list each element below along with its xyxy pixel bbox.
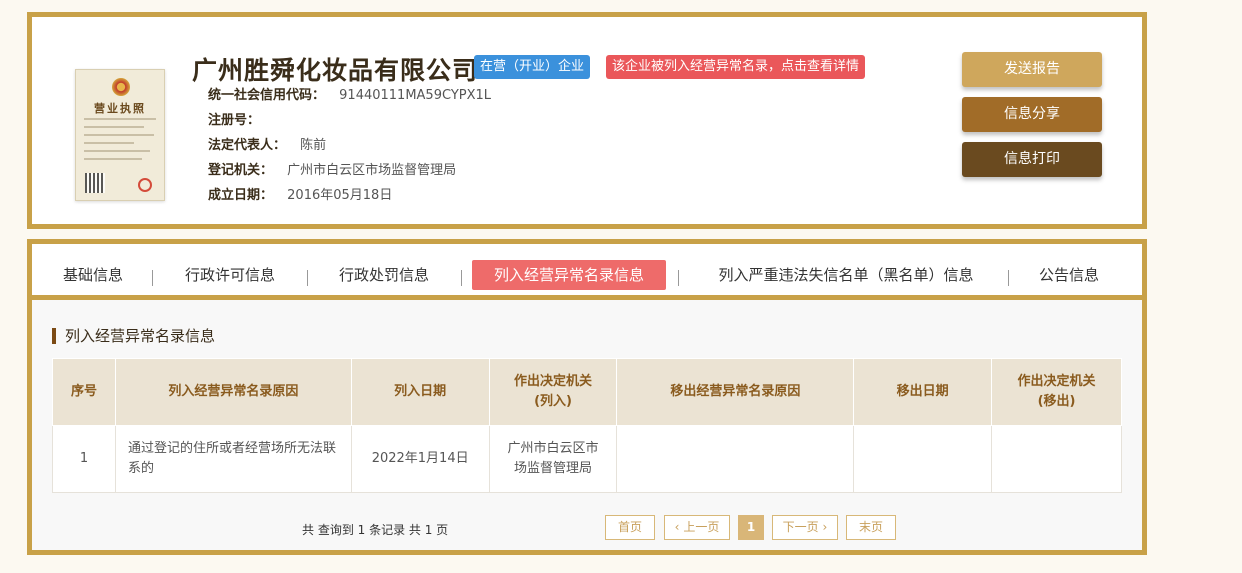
license-text-line	[84, 126, 144, 128]
tab-bar: 基础信息 行政许可信息 行政处罚信息 列入经营异常名录信息 列入严重违法失信名单…	[32, 244, 1142, 300]
status-badge: 在营（开业）企业	[474, 55, 591, 79]
cell-listing-reason: 通过登记的住所或者经营场所无法联系的	[114, 425, 352, 493]
business-license-image[interactable]: 营业执照	[75, 69, 165, 201]
tab-separator	[307, 270, 308, 286]
tab-administrative-penalty[interactable]: 行政处罚信息	[334, 260, 434, 290]
next-page-button[interactable]: 下一页 ›	[772, 515, 838, 540]
tab-announcements[interactable]: 公告信息	[1034, 260, 1104, 290]
cell-removal-date	[853, 425, 993, 493]
qr-code-icon	[85, 173, 105, 193]
abnormal-list-warning-badge[interactable]: 该企业被列入经营异常名录，点击查看详情	[606, 55, 866, 79]
column-header-listing-authority: 作出决定机关 (列入)	[488, 358, 618, 426]
column-header-index: 序号	[52, 358, 116, 426]
registration-authority-value: 广州市白云区市场监督管理局	[287, 163, 457, 178]
company-name: 广州胜舜化妆品有限公司	[192, 56, 479, 85]
column-header-removal-authority: 作出决定机关 (移出)	[991, 358, 1122, 426]
abnormal-list-table: 序号 列入经营异常名录原因 列入日期 作出决定机关 (列入) 移出经营异常名录原…	[52, 358, 1122, 493]
establishment-date-row: 成立日期： 2016年05月18日	[208, 186, 392, 206]
tab-separator	[1008, 270, 1009, 286]
establishment-date-value: 2016年05月18日	[287, 188, 393, 203]
registration-authority-row: 登记机关： 广州市白云区市场监督管理局	[208, 161, 456, 181]
first-page-button[interactable]: 首页	[605, 515, 655, 540]
cell-listing-date: 2022年1月14日	[350, 425, 490, 493]
credit-code-row: 统一社会信用代码： 91440111MA59CYPX1L	[208, 86, 491, 106]
chevron-left-icon: ‹	[674, 520, 680, 534]
license-text-line	[84, 142, 134, 144]
column-header-removal-date: 移出日期	[853, 358, 993, 426]
cell-removal-reason	[616, 425, 855, 493]
cell-index: 1	[52, 425, 116, 493]
cell-listing-authority: 广州市白云区市场监督管理局	[488, 425, 618, 493]
national-emblem-icon	[112, 78, 130, 96]
last-page-button[interactable]: 末页	[846, 515, 896, 540]
tab-separator	[678, 270, 679, 286]
pagination-summary: 共 查询到 1 条记录 共 1 页	[302, 523, 449, 537]
establishment-date-label: 成立日期：	[208, 188, 274, 203]
tab-separator	[461, 270, 462, 286]
column-header-listing-reason: 列入经营异常名录原因	[114, 358, 352, 426]
detail-card: 基础信息 行政许可信息 行政处罚信息 列入经营异常名录信息 列入严重违法失信名单…	[27, 239, 1147, 555]
prev-page-button[interactable]: ‹ 上一页	[664, 515, 730, 540]
column-header-removal-reason: 移出经营异常名录原因	[616, 358, 855, 426]
credit-code-value: 91440111MA59CYPX1L	[339, 88, 492, 103]
legal-representative-row: 法定代表人： 陈前	[208, 136, 326, 156]
tab-administrative-license[interactable]: 行政许可信息	[180, 260, 280, 290]
chevron-right-icon: ›	[822, 520, 828, 534]
tab-abnormal-operation-list[interactable]: 列入经营异常名录信息	[472, 260, 666, 290]
license-text-line	[84, 118, 156, 120]
table-header-row: 序号 列入经营异常名录原因 列入日期 作出决定机关 (列入) 移出经营异常名录原…	[52, 358, 1122, 426]
cell-removal-authority	[991, 425, 1122, 493]
share-info-button[interactable]: 信息分享	[962, 97, 1102, 132]
tab-serious-violation-blacklist[interactable]: 列入严重违法失信名单（黑名单）信息	[706, 260, 986, 290]
current-page-button[interactable]: 1	[738, 515, 764, 540]
table-row: 1 通过登记的住所或者经营场所无法联系的 2022年1月14日 广州市白云区市场…	[52, 425, 1122, 493]
registration-authority-label: 登记机关：	[208, 163, 274, 178]
official-seal-icon	[138, 178, 152, 192]
license-text-line	[84, 158, 142, 160]
credit-code-label: 统一社会信用代码：	[208, 88, 326, 103]
registration-number-row: 注册号：	[208, 111, 270, 131]
prev-page-label: 上一页	[683, 520, 720, 534]
section-title: 列入经营异常名录信息	[52, 328, 215, 344]
column-header-listing-date: 列入日期	[350, 358, 490, 426]
license-text-line	[84, 150, 150, 152]
send-report-button[interactable]: 发送报告	[962, 52, 1102, 87]
license-text-line	[84, 134, 154, 136]
tab-separator	[152, 270, 153, 286]
next-page-label: 下一页	[782, 520, 819, 534]
license-title: 营业执照	[94, 102, 146, 115]
tab-basic-info[interactable]: 基础信息	[58, 260, 128, 290]
legal-representative-value: 陈前	[300, 138, 327, 153]
company-card: 营业执照 广州胜舜化妆品有限公司 在营（开业）企业 该企业被列入经营异常名录，点…	[27, 12, 1147, 229]
print-info-button[interactable]: 信息打印	[962, 142, 1102, 177]
legal-representative-label: 法定代表人：	[208, 138, 287, 153]
registration-number-label: 注册号：	[208, 113, 261, 128]
